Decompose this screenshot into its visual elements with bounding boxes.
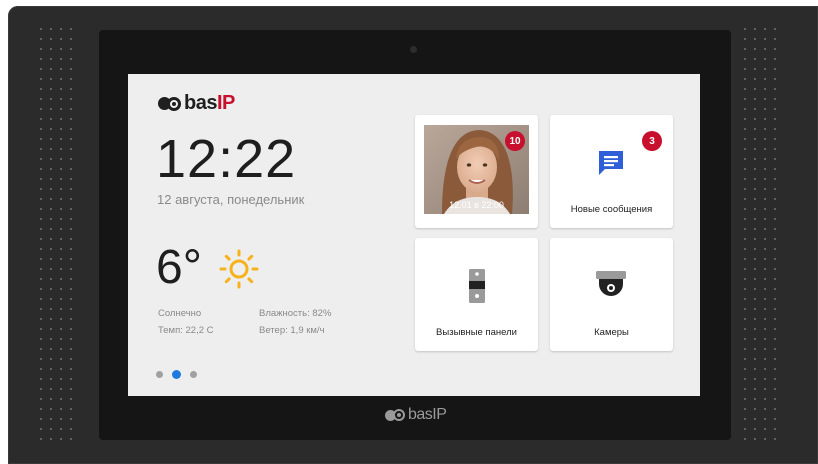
clock-time: 12:22 [156,129,297,189]
weather-wind: Ветер: 1,9 км/ч [259,325,325,336]
dome-camera-icon [596,271,626,296]
sun-icon [219,249,259,289]
page-dot-1[interactable] [156,371,163,378]
home-screen: basIP 12:22 12 августа, понедельник 6° С… [128,74,700,396]
visitors-count-badge: 10 [505,131,525,151]
clock-date: 12 августа, понедельник [157,192,305,207]
photo-timestamp: 12.01 в 22:00 [449,200,504,210]
cameras-tile[interactable]: Камеры [550,238,673,351]
bezel-logo-rings-icon [385,409,405,421]
front-camera-icon [410,46,417,53]
brand-name-suffix: IP [216,92,235,114]
page-dot-3[interactable] [190,371,197,378]
page-indicator [156,370,197,379]
call-panels-tile[interactable]: Вызывные панели [415,238,538,351]
device-brand-logo: basIP [385,406,447,424]
weather-temperature: 6° [156,241,202,294]
door-panel-icon [469,269,485,303]
new-messages-label: Новые сообщения [570,204,653,215]
bezel-brand-suffix: IP [432,406,447,423]
speaker-grille-right [740,24,776,442]
weather-condition: Солнечно [158,308,202,319]
call-panels-label: Вызывные панели [436,327,517,338]
logo-rings-icon [158,96,181,111]
messages-count-badge: 3 [642,131,662,151]
message-icon [599,151,623,175]
weather-temp-detail: Темп: 22,2 С [158,325,214,336]
page-dot-2-active[interactable] [172,370,181,379]
bezel-brand-prefix: bas [408,406,433,423]
brand-name-prefix: bas [184,92,217,114]
speaker-grille-left [36,24,72,442]
new-messages-tile[interactable]: 3 Новые сообщения [550,115,673,228]
visitor-photos-tile[interactable]: 12.01 в 22:00 10 [415,115,538,228]
brand-logo: basIP [158,92,235,115]
weather-humidity: Влажность: 82% [259,308,332,319]
cameras-label: Камеры [594,327,629,338]
